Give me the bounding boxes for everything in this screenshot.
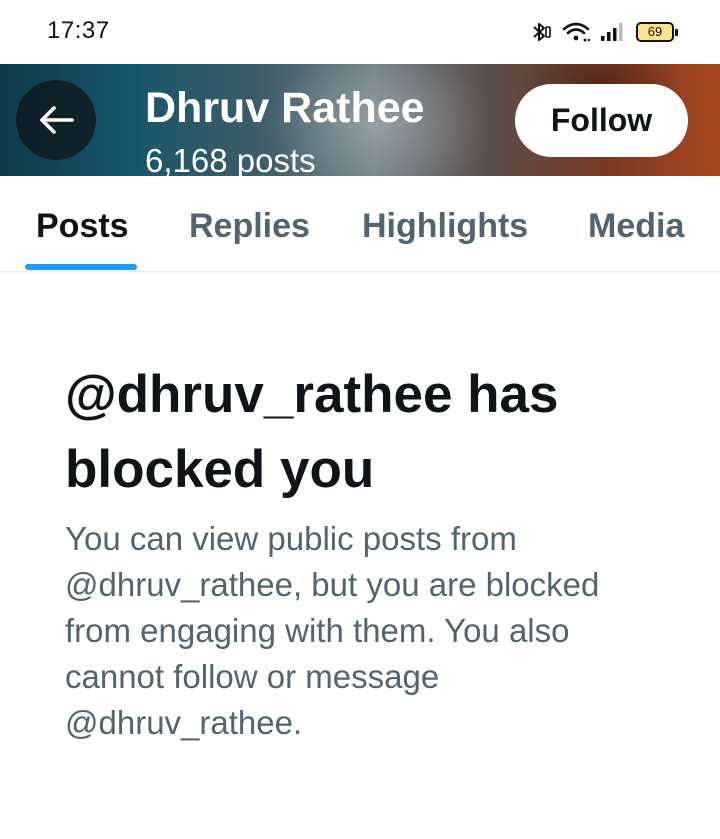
tab-highlights[interactable]: Highlights — [362, 207, 528, 246]
tab-media[interactable]: Media — [588, 207, 684, 246]
status-icons: 69 — [530, 20, 678, 44]
battery-level: 69 — [647, 24, 663, 39]
profile-header: Dhruv Rathee 6,168 posts Follow — [0, 64, 720, 176]
wifi-icon — [562, 21, 590, 43]
blocked-message: You can view public posts from @dhruv_ra… — [65, 520, 600, 741]
arrow-left-icon — [40, 106, 74, 134]
post-count: 6,168 posts — [145, 142, 316, 176]
follow-button[interactable]: Follow — [515, 84, 688, 157]
battery-icon: 69 — [636, 22, 678, 42]
profile-tabs: Posts Replies Highlights Media — [0, 176, 720, 272]
profile-name: Dhruv Rathee — [145, 84, 425, 132]
status-time: 17:37 — [47, 17, 110, 44]
status-bar: 17:37 69 — [0, 0, 720, 64]
back-button[interactable] — [16, 80, 96, 160]
tab-posts[interactable]: Posts — [36, 207, 129, 246]
active-tab-indicator — [25, 264, 137, 270]
tab-replies[interactable]: Replies — [189, 207, 310, 246]
bluetooth-icon — [530, 21, 552, 43]
blocked-title: @dhruv_rathee has blocked you — [65, 365, 559, 499]
signal-icon — [600, 21, 626, 43]
